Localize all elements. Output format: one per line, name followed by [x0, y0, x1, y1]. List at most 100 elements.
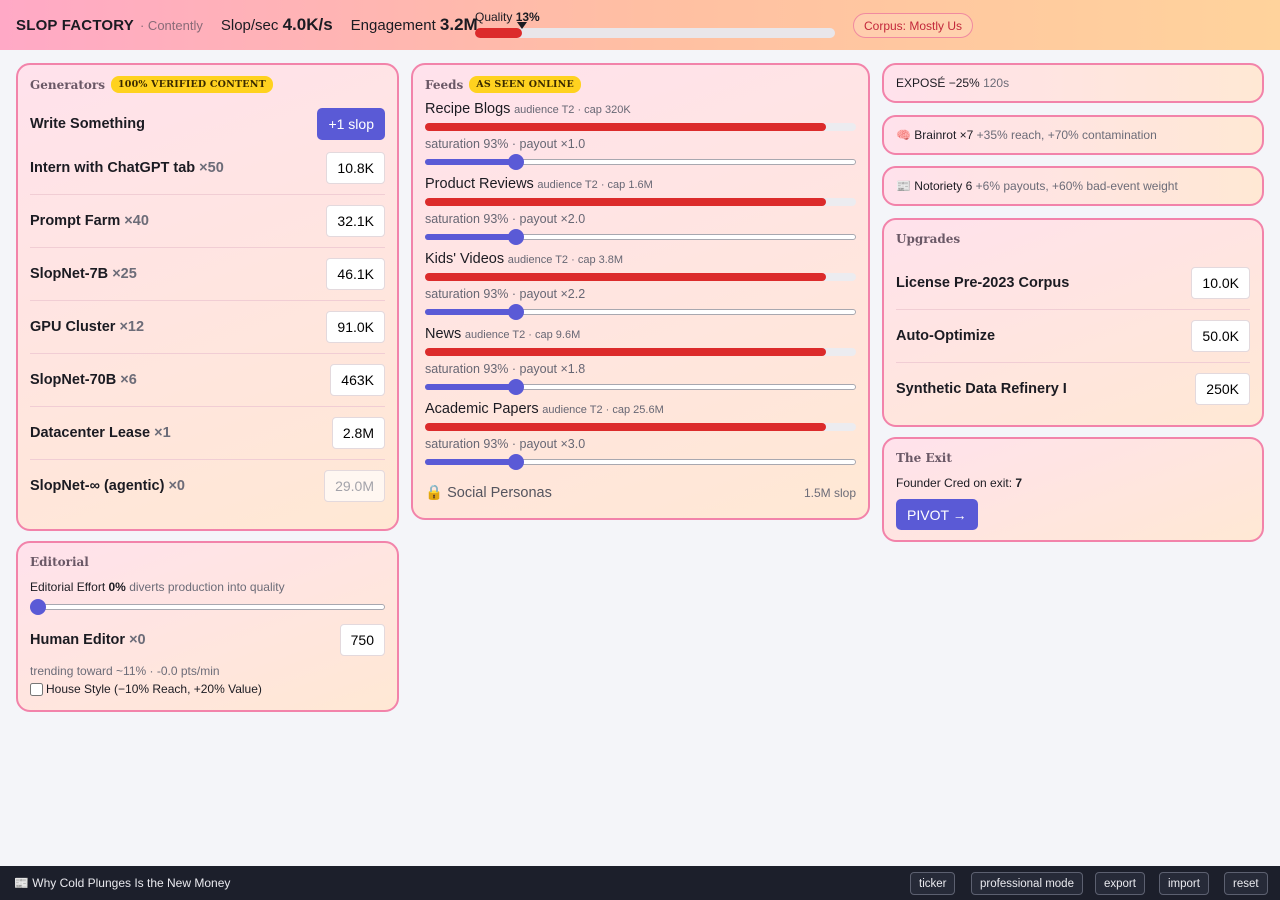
- app-title: SLOP FACTORY: [16, 16, 134, 34]
- buy-generator-button[interactable]: 46.1K: [326, 258, 385, 290]
- feed-allocation-thumb[interactable]: [507, 454, 524, 470]
- engagement-label: Engagement: [350, 17, 436, 34]
- feed-saturation-bar: [425, 123, 856, 131]
- engagement-stat: Engagement 3.2M: [351, 15, 478, 35]
- export-button[interactable]: export: [1095, 872, 1145, 895]
- buy-generator-button[interactable]: 10.8K: [326, 151, 385, 184]
- feed-info: saturation 93% · payout ×2.2: [425, 287, 586, 301]
- feed-item: Product Reviews audience T2 · cap 1.6M sa…: [425, 176, 856, 245]
- generator-count: ×40: [124, 213, 149, 229]
- buy-upgrade-button[interactable]: 250K: [1195, 373, 1250, 405]
- feed-allocation-thumb[interactable]: [507, 379, 524, 395]
- feed-meta: audience T2 · cap 25.6M: [542, 404, 664, 416]
- generator-row: SlopNet-70B ×6 463K: [30, 353, 385, 406]
- editorial-effort-slider[interactable]: [30, 599, 385, 615]
- professional-mode-button[interactable]: professional mode: [971, 872, 1083, 895]
- feed-saturation-fill: [425, 123, 826, 131]
- generator-row: Intern with ChatGPT tab ×50 10.8K: [30, 141, 385, 194]
- founder-cred-label: Founder Cred on exit:: [896, 476, 1013, 490]
- quality-meter: Quality 13%: [475, 10, 835, 38]
- generator-name: SlopNet-70B: [30, 372, 117, 388]
- news-headline: 📰 Why Cold Plunges Is the New Money: [14, 876, 231, 890]
- app-subtitle: · Contently: [139, 17, 203, 33]
- engagement-value: 3.2M: [439, 15, 478, 34]
- editorial-effort-label: Editorial Effort: [30, 580, 106, 594]
- as-seen-online-tag: AS SEEN ONLINE: [469, 76, 581, 93]
- feed-allocation-slider[interactable]: [425, 304, 856, 320]
- feed-meta: audience T2 · cap 9.6M: [464, 329, 581, 341]
- feed-saturation-fill: [425, 273, 826, 281]
- write-something-row: Write Something +1 slop: [30, 107, 385, 141]
- hire-editor-button[interactable]: 750: [339, 624, 385, 656]
- feed-allocation-slider[interactable]: [425, 379, 856, 395]
- editorial-panel: Editorial Editorial Effort 0% diverts pr…: [16, 541, 399, 712]
- brainrot-status: 🧠 Brainrot ×7 +35% reach, +70% contamina…: [882, 115, 1264, 155]
- feed-meta: audience T2 · cap 3.8M: [507, 254, 624, 266]
- slop-rate-stat: Slop/sec 4.0K/s: [221, 15, 333, 35]
- house-style-option[interactable]: House Style (−10% Reach, +20% Value): [30, 682, 262, 696]
- reset-button[interactable]: reset: [1224, 872, 1268, 895]
- notoriety-desc: +6% payouts, +60% bad-event weight: [975, 179, 1178, 193]
- upgrade-name: Synthetic Data Refinery I: [896, 381, 1067, 397]
- generator-count: ×50: [199, 159, 224, 176]
- ticker-button[interactable]: ticker: [910, 872, 956, 895]
- feed-saturation-fill: [425, 348, 826, 356]
- feed-allocation-fill: [425, 234, 516, 240]
- generator-name: Datacenter Lease: [30, 425, 151, 441]
- import-button[interactable]: import: [1159, 872, 1209, 895]
- feed-info: saturation 93% · payout ×1.0: [425, 137, 586, 151]
- feed-allocation-fill: [425, 384, 516, 390]
- slop-rate-value: 4.0K/s: [282, 15, 333, 34]
- upgrades-title: Upgrades: [896, 232, 961, 246]
- generator-row: Prompt Farm ×40 32.1K: [30, 194, 385, 247]
- locked-feed-row[interactable]: 🔒 Social Personas 1.5M slop: [425, 484, 856, 501]
- generator-list: Write Something +1 slop Intern with Chat…: [30, 107, 385, 512]
- quality-bar-fill: [475, 28, 522, 38]
- corpus-badge[interactable]: Corpus: Mostly Us: [853, 13, 974, 38]
- feed-name: Recipe Blogs: [425, 101, 511, 117]
- pivot-button[interactable]: PIVOT →: [896, 499, 978, 530]
- verified-tag: 100% VERIFIED CONTENT: [110, 76, 273, 93]
- house-style-checkbox[interactable]: [30, 682, 43, 696]
- quality-trend: trending toward ~11% · -0.0 pts/min: [30, 664, 220, 678]
- feed-info: saturation 93% · payout ×3.0: [425, 437, 586, 451]
- buy-upgrade-button[interactable]: 10.0K: [1191, 266, 1250, 299]
- exit-title: The Exit: [896, 451, 952, 465]
- feed-name: Academic Papers: [425, 401, 539, 417]
- notoriety-status: 📰 Notoriety 6 +6% payouts, +60% bad-even…: [882, 166, 1264, 206]
- generator-name: Intern with ChatGPT tab: [30, 159, 196, 176]
- feed-allocation-slider[interactable]: [425, 154, 856, 170]
- brainrot-desc: +35% reach, +70% contamination: [976, 128, 1157, 142]
- upgrade-row: License Pre-2023 Corpus 10.0K: [896, 256, 1250, 309]
- buy-generator-button[interactable]: 32.1K: [326, 205, 385, 237]
- generator-count: ×0: [168, 478, 185, 494]
- expose-status: EXPOSÉ −25% 120s: [882, 63, 1264, 103]
- feed-allocation-thumb[interactable]: [507, 229, 524, 245]
- expose-label: EXPOSÉ −25%: [896, 76, 980, 90]
- buy-generator-button[interactable]: 463K: [330, 364, 385, 396]
- editorial-effort-value: 0%: [108, 580, 126, 594]
- buy-generator-button[interactable]: 2.8M: [331, 417, 385, 449]
- generator-count: ×6: [120, 372, 137, 388]
- feed-allocation-thumb[interactable]: [507, 154, 524, 170]
- add-slop-button[interactable]: +1 slop: [317, 108, 385, 140]
- upgrades-panel: Upgrades License Pre-2023 Corpus 10.0K Aut…: [882, 218, 1264, 427]
- feed-meta: audience T2 · cap 1.6M: [537, 179, 653, 191]
- feed-saturation-fill: [425, 198, 826, 206]
- feeds-panel: Feeds AS SEEN ONLINE Recipe Blogs audien…: [411, 63, 870, 520]
- generator-name: Prompt Farm: [30, 213, 121, 229]
- feed-allocation-slider[interactable]: [425, 454, 856, 470]
- feed-allocation-slider[interactable]: [425, 229, 856, 245]
- generator-row: GPU Cluster ×12 91.0K: [30, 300, 385, 353]
- feed-name: Kids' Videos: [425, 251, 505, 267]
- buy-generator-button[interactable]: 29.0M: [324, 470, 385, 502]
- upgrade-name: License Pre-2023 Corpus: [896, 274, 1070, 291]
- brainrot-label: 🧠 Brainrot ×7: [896, 128, 974, 142]
- buy-upgrade-button[interactable]: 50.0K: [1191, 320, 1250, 352]
- house-style-label: House Style (−10% Reach, +20% Value): [46, 682, 262, 696]
- editorial-effort-slider-thumb[interactable]: [30, 599, 46, 615]
- feed-allocation-thumb[interactable]: [507, 304, 524, 320]
- quality-bar: [475, 22, 835, 38]
- generator-name: SlopNet-∞ (agentic): [30, 478, 165, 494]
- buy-generator-button[interactable]: 91.0K: [326, 311, 385, 343]
